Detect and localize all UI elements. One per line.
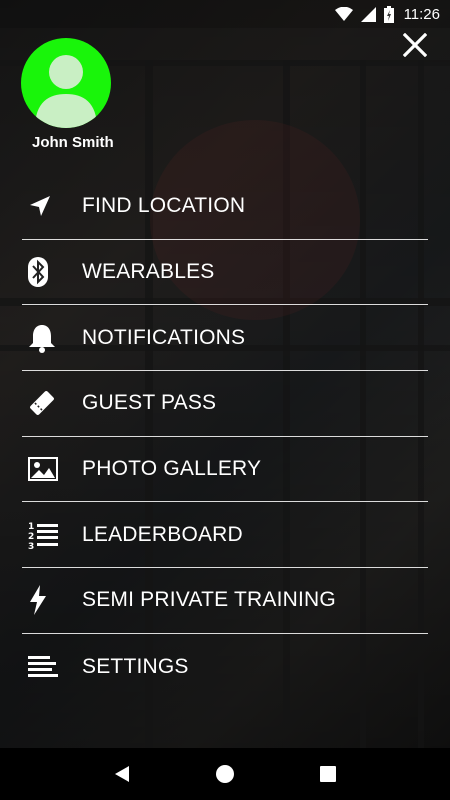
navigation-arrow-icon: [22, 190, 66, 222]
drawer-menu: FIND LOCATION WEARABLES NOTIFICATIONS GU…: [22, 174, 428, 700]
menu-label: GUEST PASS: [82, 391, 217, 415]
menu-label: WEARABLES: [82, 260, 215, 284]
menu-item-settings[interactable]: SETTINGS: [22, 634, 428, 700]
recents-icon: [320, 766, 337, 782]
menu-label: PHOTO GALLERY: [82, 457, 262, 481]
svg-text:2: 2: [28, 532, 34, 542]
recents-button[interactable]: [308, 754, 348, 794]
image-icon: [22, 453, 66, 485]
user-avatar-icon: [35, 55, 97, 128]
wifi-icon: [334, 7, 353, 21]
menu-label: NOTIFICATIONS: [82, 325, 246, 349]
menu-item-leaderboard[interactable]: 1 2 3 LEADERBOARD: [22, 502, 428, 569]
back-button[interactable]: [102, 754, 142, 794]
avatar[interactable]: [21, 38, 111, 128]
menu-label: LEADERBOARD: [82, 522, 243, 546]
svg-text:1: 1: [28, 522, 34, 532]
bell-icon: [22, 322, 66, 354]
menu-item-notifications[interactable]: NOTIFICATIONS: [22, 305, 428, 372]
menu-item-wearables[interactable]: WEARABLES: [22, 240, 428, 306]
ticket-icon: [22, 387, 66, 419]
menu-label: FIND LOCATION: [82, 194, 246, 218]
navigation-bar: [0, 748, 450, 800]
menu-label: SEMI PRIVATE TRAINING: [82, 588, 336, 612]
menu-label: SETTINGS: [82, 654, 189, 678]
svg-text:3: 3: [28, 542, 34, 549]
close-button[interactable]: [400, 30, 430, 60]
lightning-icon: [22, 584, 66, 616]
status-time: 11:26: [403, 5, 440, 23]
home-button[interactable]: [205, 754, 245, 794]
battery-charging-icon: [383, 5, 394, 23]
settings-lines-icon: [22, 651, 66, 683]
close-icon: [403, 33, 427, 57]
menu-item-guest-pass[interactable]: GUEST PASS: [22, 371, 428, 437]
back-icon: [114, 766, 129, 782]
menu-item-photo-gallery[interactable]: PHOTO GALLERY: [22, 437, 428, 503]
menu-item-semi-private-training[interactable]: SEMI PRIVATE TRAINING: [22, 568, 428, 634]
user-name: John Smith: [32, 134, 114, 151]
status-bar: 11:26: [0, 0, 450, 28]
home-icon: [215, 765, 234, 783]
bluetooth-icon: [22, 256, 66, 288]
menu-item-find-location[interactable]: FIND LOCATION: [22, 174, 428, 240]
signal-icon: [360, 6, 376, 22]
numbered-list-icon: 1 2 3: [22, 519, 66, 551]
